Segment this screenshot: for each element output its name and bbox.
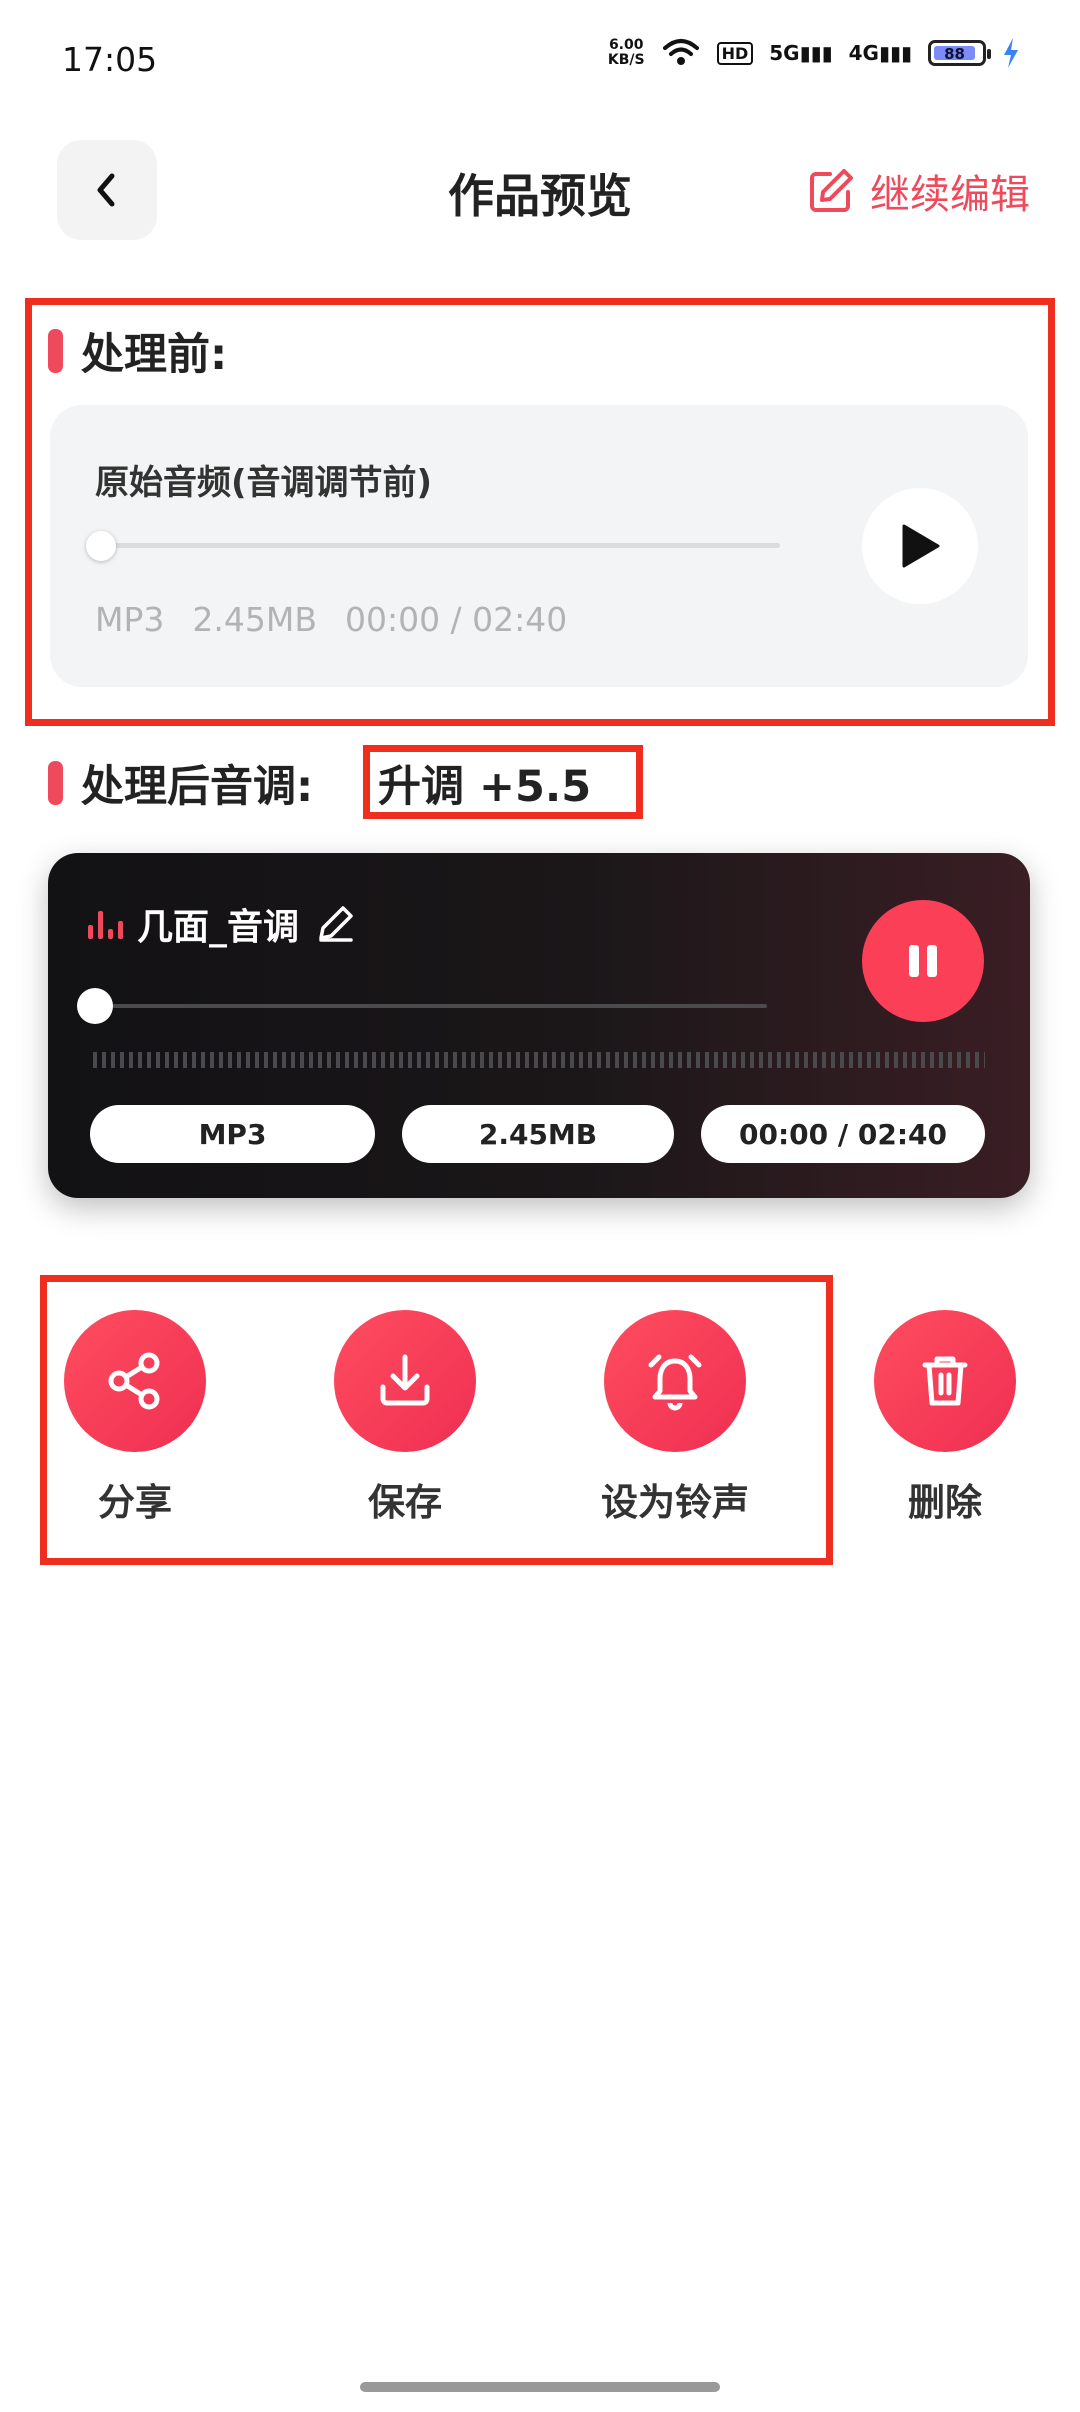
time-pill: 00:00 / 02:40: [701, 1105, 985, 1163]
wifi-icon: [662, 39, 699, 65]
signal-5g-icon: 5G▮▮▮: [769, 41, 833, 65]
processed-progress-thumb[interactable]: [77, 988, 113, 1024]
processed-name-label: 几面_音调: [137, 907, 300, 948]
hd-icon: HD: [716, 41, 754, 65]
network-speed: 6.00 KB/S: [607, 37, 645, 68]
signal-4g-icon: 4G▮▮▮: [848, 41, 912, 65]
annotation-box-before: [25, 298, 1055, 726]
processed-pause-button[interactable]: [862, 900, 984, 1022]
audio-wave-icon: [88, 909, 123, 939]
format-pill: MP3: [90, 1105, 375, 1163]
section-marker: [48, 761, 63, 805]
delete-action[interactable]: 删除: [855, 1310, 1035, 1526]
charging-icon: [1004, 38, 1018, 68]
edit-icon: [810, 169, 853, 212]
trash-icon: [922, 1356, 968, 1406]
size-pill: 2.45MB: [402, 1105, 674, 1163]
pencil-icon[interactable]: [313, 902, 357, 946]
delete-label: 删除: [908, 1481, 982, 1524]
continue-edit-button[interactable]: 继续编辑: [806, 162, 1030, 220]
waveform-strip: [93, 1052, 985, 1068]
status-time: 17:05: [62, 40, 158, 79]
processed-audio-name: 几面_音调: [88, 898, 357, 950]
status-icons: 6.00 KB/S HD 5G▮▮▮ 4G▮▮▮ 88: [608, 38, 1020, 68]
pause-icon: [909, 945, 937, 977]
annotation-box-actions: [40, 1275, 833, 1565]
home-indicator[interactable]: [360, 2382, 720, 2392]
battery-icon: 88: [928, 40, 991, 66]
processed-progress-track[interactable]: [95, 1004, 767, 1008]
annotation-box-pitch: [363, 745, 643, 819]
continue-edit-label: 继续编辑: [870, 172, 1030, 218]
after-section-label: 处理后音调:: [48, 752, 313, 814]
